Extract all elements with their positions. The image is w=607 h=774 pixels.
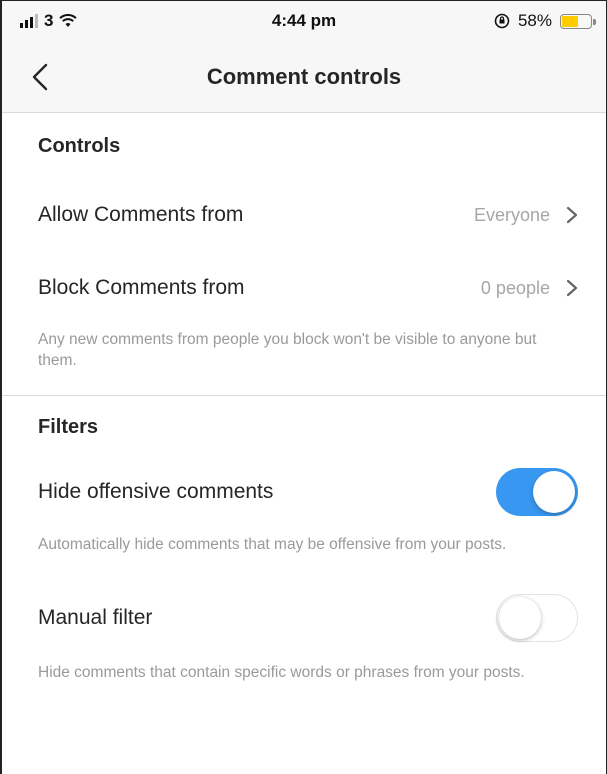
manual-filter-row: Manual filter — [2, 588, 606, 648]
controls-section-header: Controls — [38, 135, 121, 157]
block-comments-description: Any new comments from people you block w… — [38, 331, 537, 369]
carrier-label: 3 — [44, 11, 54, 30]
block-comments-row[interactable]: Block Comments from 0 people — [2, 253, 606, 323]
battery-icon — [560, 13, 596, 29]
hide-offensive-row: Hide offensive comments — [2, 454, 606, 530]
battery-level — [562, 15, 579, 27]
nav-bar: Comment controls — [2, 41, 606, 113]
status-left: 3 — [20, 11, 78, 31]
filters-section-header: Filters — [38, 416, 99, 438]
toggle-knob — [533, 471, 575, 513]
status-right: 58% — [494, 11, 596, 31]
allow-comments-value: Everyone — [473, 204, 550, 225]
rotation-lock-icon — [494, 13, 510, 29]
manual-filter-description: Hide comments that contain specific word… — [38, 664, 525, 681]
allow-comments-value-group: Everyone — [474, 205, 578, 226]
allow-comments-label: Allow Comments from — [38, 203, 244, 226]
block-comments-label: Block Comments from — [38, 276, 245, 299]
allow-comments-row[interactable]: Allow Comments from Everyone — [2, 177, 606, 253]
chevron-left-icon[interactable] — [30, 63, 52, 91]
chevron-right-icon — [566, 206, 578, 224]
chevron-right-icon — [566, 279, 578, 297]
hide-offensive-label: Hide offensive comments — [38, 480, 274, 503]
page-title: Comment controls — [206, 63, 402, 89]
hide-offensive-toggle[interactable] — [496, 468, 578, 516]
manual-filter-toggle[interactable] — [496, 594, 578, 642]
battery-percent: 58% — [517, 11, 552, 30]
app-frame: 3 4:44 pm 58% Comment controls Controls … — [0, 0, 607, 774]
block-comments-value: 0 people — [480, 277, 550, 298]
signal-icon — [20, 14, 38, 28]
block-comments-value-group: 0 people — [481, 278, 578, 299]
wifi-icon — [59, 14, 78, 27]
manual-filter-label: Manual filter — [38, 606, 153, 629]
status-bar: 3 4:44 pm 58% — [2, 1, 606, 41]
toggle-knob — [499, 597, 541, 639]
hide-offensive-description: Automatically hide comments that may be … — [38, 536, 507, 553]
